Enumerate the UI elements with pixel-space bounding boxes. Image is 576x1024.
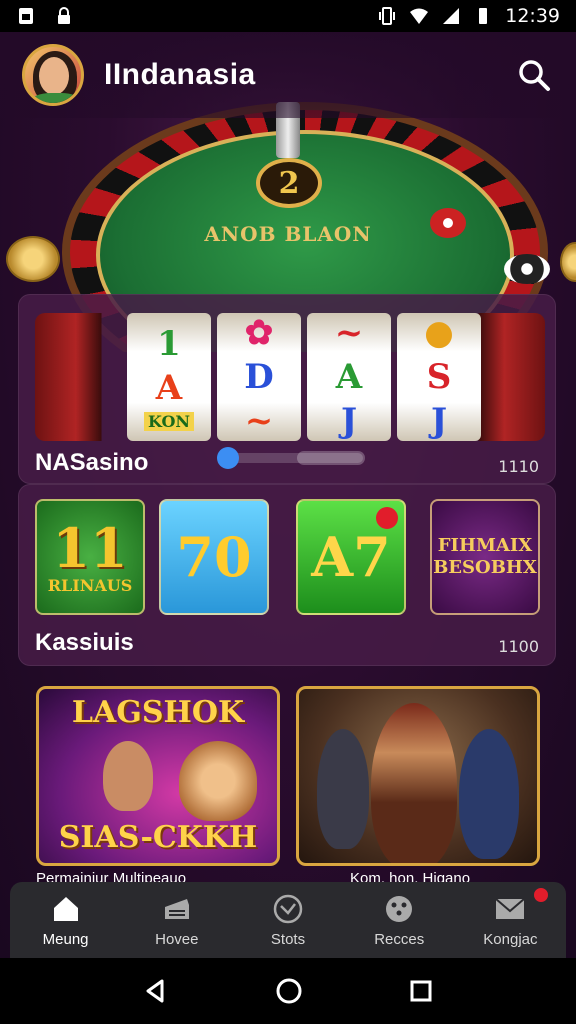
reel-symbol: A (155, 367, 183, 408)
mail-icon (495, 897, 526, 919)
games-section-count: 1100 (498, 637, 539, 656)
slot-section-label: NASasino (35, 449, 149, 476)
app-screen: 2 ANOB BLAON IIndanasia 1 A KON ✿ D ~ ~ … (0, 32, 576, 958)
promo-card-live[interactable] (296, 686, 540, 866)
signal-icon (443, 8, 460, 24)
notification-badge (532, 886, 551, 904)
lock-icon (58, 7, 70, 24)
game-tile[interactable]: 70 (159, 499, 269, 615)
slot-reel: 1 A KON (127, 313, 211, 441)
reel-symbol: KON (143, 411, 195, 431)
tile-badge (376, 507, 398, 529)
card-heading: LAGSHOK (71, 695, 245, 730)
recents-icon[interactable] (408, 978, 434, 1004)
sim-icon (19, 8, 33, 24)
hero-label: ANOB BLAON (204, 222, 372, 246)
chip-icon (430, 208, 466, 238)
tile-title: RLINAUS (47, 575, 133, 595)
tile-title: A7 (311, 525, 391, 589)
reel-symbol: 1 (157, 323, 181, 364)
status-bar: 12:39 (0, 0, 576, 32)
chip-icon (504, 254, 550, 284)
battery-icon (479, 8, 488, 24)
hero-badge: 2 (256, 158, 322, 208)
game-tile[interactable]: 11 RLINAUS (35, 499, 145, 615)
bottom-nav: Meung Hovee Stots Recces Kongjac (10, 882, 566, 958)
clock-icon (273, 894, 303, 923)
reel-symbol: ~ (244, 401, 274, 441)
nav-label: Hovee (155, 930, 199, 948)
reel-symbol: ● (424, 313, 454, 353)
slot-reel: ✿ D ~ (217, 313, 301, 441)
nav-label: Stots (270, 930, 306, 948)
wolf-figure (179, 741, 257, 821)
tile-title: FIHMAIX BESOBHX (433, 535, 537, 578)
back-icon[interactable] (142, 977, 170, 1005)
slot-section-count: 1110 (498, 457, 539, 476)
nav-label: Recces (374, 930, 425, 948)
person-figure (103, 741, 153, 811)
dealer-figure (459, 729, 519, 859)
carousel-slider[interactable] (217, 447, 365, 469)
nav-item-home[interactable]: Meung (10, 882, 121, 958)
wifi-icon (410, 8, 429, 24)
reel-symbol: A (335, 357, 363, 397)
system-nav-bar (0, 958, 576, 1024)
reel-symbol: ✿ (244, 313, 274, 353)
games-panel: 11 RLINAUS 70 A7 FIHMAIX BESOBHX Kassiui… (18, 484, 556, 666)
dice-icon (386, 895, 413, 922)
slider-handle[interactable] (217, 447, 239, 469)
slot-panel[interactable]: 1 A KON ✿ D ~ ~ A J ● S J NASasino 1110 (18, 294, 556, 484)
game-tile[interactable]: A7 (296, 499, 406, 615)
game-tile[interactable]: FIHMAIX BESOBHX (430, 499, 540, 615)
home-circle-icon[interactable] (274, 976, 304, 1006)
cabinet-icon (164, 898, 189, 919)
promo-card-multiplayer[interactable]: LAGSHOK SIAS-CKKH (36, 686, 280, 866)
nav-item-recces[interactable]: Recces (344, 882, 455, 958)
coin-icon (6, 236, 60, 282)
dealer-figure (317, 729, 369, 849)
home-icon (53, 896, 78, 921)
reel-symbol: S (426, 357, 452, 397)
vibrate-icon (379, 7, 396, 25)
app-title: IIndanasia (104, 58, 256, 91)
nav-item-stots[interactable]: Stots (232, 882, 343, 958)
slot-machine[interactable]: 1 A KON ✿ D ~ ~ A J ● S J (35, 313, 545, 441)
reel-symbol: ~ (334, 313, 364, 353)
app-header: IIndanasia (0, 32, 576, 118)
nav-item-hovee[interactable]: Hovee (121, 882, 232, 958)
tile-title: 70 (176, 525, 252, 589)
nav-label: Kongjac (483, 930, 538, 948)
reel-symbol: J (430, 401, 448, 441)
coin-icon (560, 242, 576, 282)
nav-item-kongjac[interactable]: Kongjac (455, 882, 566, 958)
card-footer-text: SIAS-CKKH (58, 820, 258, 855)
slot-reel: ● S J (397, 313, 481, 441)
avatar[interactable] (22, 44, 84, 106)
reel-symbol: D (244, 357, 274, 397)
nav-label: Meung (42, 930, 89, 948)
dealer-figure (371, 703, 457, 863)
search-icon (519, 60, 550, 91)
status-time: 12:39 (505, 5, 560, 27)
reel-symbol: J (340, 401, 358, 441)
games-section-label: Kassiuis (35, 629, 134, 656)
tile-number: 11 (52, 515, 128, 580)
search-button[interactable] (514, 55, 554, 95)
slot-reel: ~ A J (307, 313, 391, 441)
